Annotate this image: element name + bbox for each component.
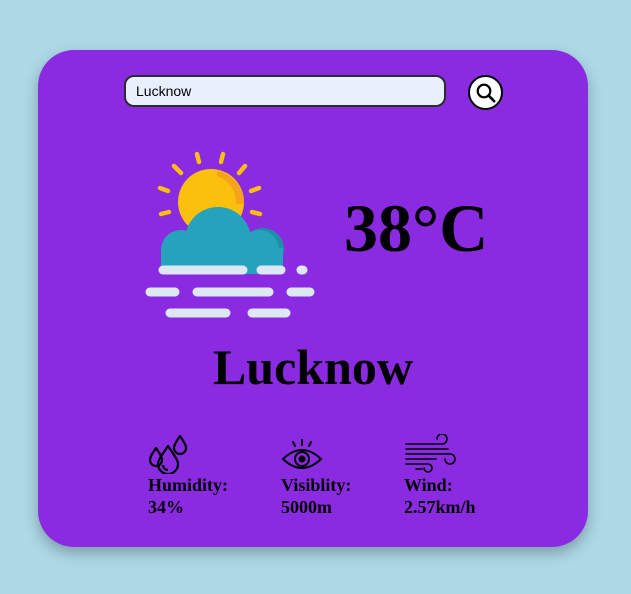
humidity-label: Humidity: [148,475,229,495]
city-search-input[interactable] [124,75,446,107]
humidity-value: 34% [148,497,184,517]
wind-icon [405,434,456,473]
cloud [161,207,284,274]
visibility-value: 5000m [281,497,332,517]
fog-lines [145,265,315,318]
city-name: Lucknow [212,339,414,395]
wind-label: Wind: [404,475,453,495]
wind-value: 2.57km/h [404,497,476,517]
visibility-label: Visiblity: [281,475,352,495]
humidity-drops-icon [148,434,188,474]
wind-stat: Wind: 2.57km/h [404,434,476,518]
humidity-stat: Humidity: 34% [148,434,228,518]
eye-icon [281,439,323,469]
visibility-stat: Visiblity: 5000m [281,434,351,518]
search-icon [476,83,496,103]
search-button[interactable] [468,75,503,110]
partly-sunny-fog-icon [145,151,315,318]
temperature: 38°C [344,190,489,266]
weather-card: 38°C Lucknow Humidity: 34% Visiblity: [38,50,588,547]
